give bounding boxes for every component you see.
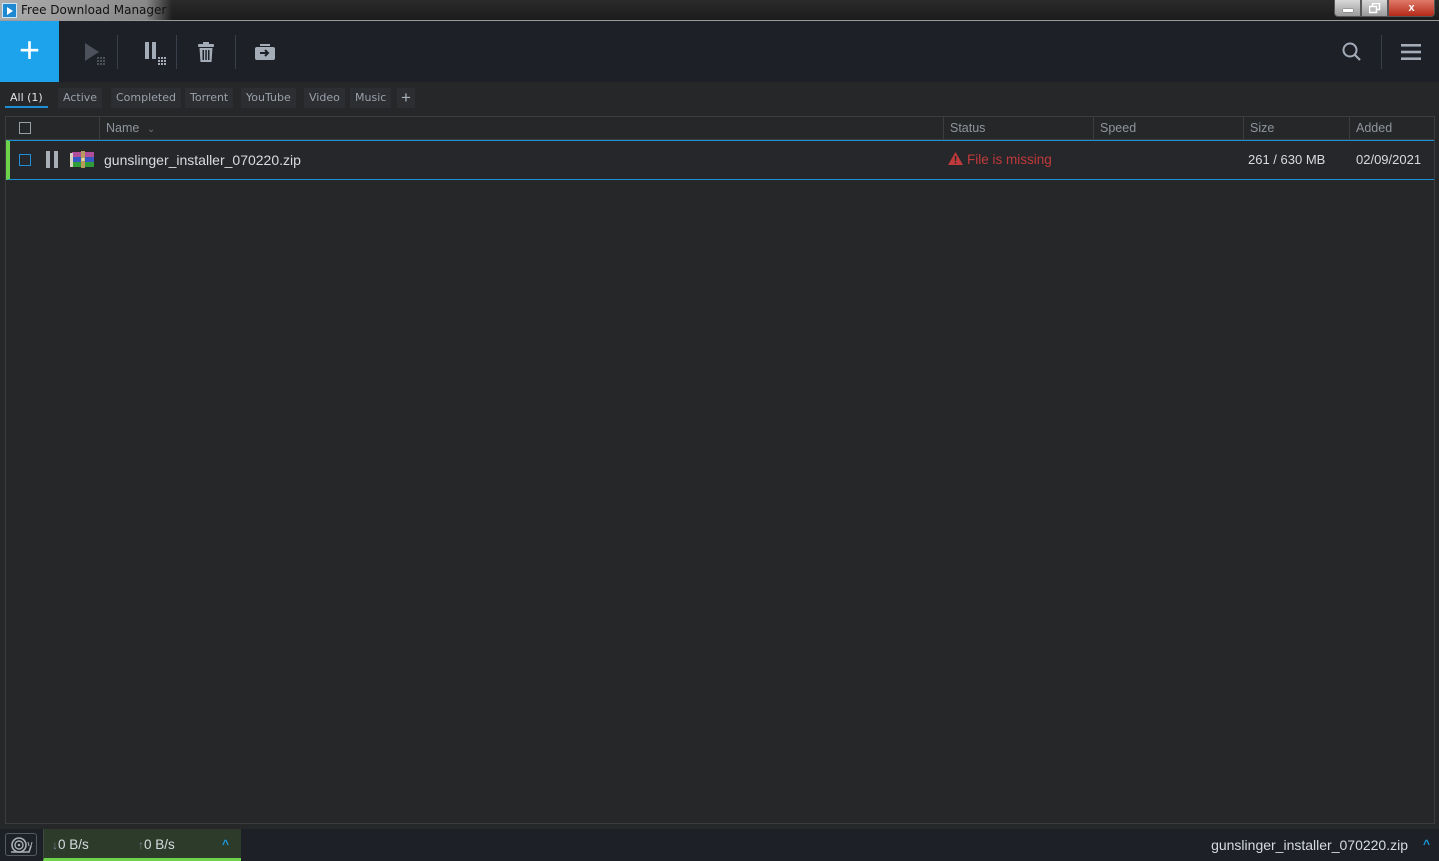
move-to-button[interactable] <box>250 21 280 82</box>
column-header-status[interactable]: Status <box>943 117 1093 140</box>
toolbar-separator <box>1381 35 1382 69</box>
search-button[interactable] <box>1337 21 1367 82</box>
pause-all-button[interactable] <box>132 21 172 82</box>
row-pause-button[interactable] <box>45 151 59 173</box>
add-download-button[interactable]: + <box>0 21 59 82</box>
warning-icon <box>948 152 963 165</box>
plus-icon: + <box>401 88 411 107</box>
tab-video[interactable]: Video <box>304 88 345 108</box>
sort-chevron-icon: ⌄ <box>146 124 156 135</box>
row-added: 02/09/2021 <box>1356 152 1422 167</box>
restore-icon <box>1368 2 1380 13</box>
search-icon <box>1342 42 1361 61</box>
column-header-added[interactable]: Added <box>1349 117 1434 140</box>
downloads-table: Name ⌄ Status Speed Size Added gunslinge… <box>5 116 1435 824</box>
pause-icon <box>46 151 58 168</box>
toolbar-separator <box>176 35 177 69</box>
current-file-label[interactable]: gunslinger_installer_070220.zip <box>1211 837 1408 853</box>
table-header: Name ⌄ Status Speed Size Added <box>6 117 1434 140</box>
play-icon <box>85 42 105 65</box>
upload-speed: ↑0 B/s <box>138 837 175 852</box>
trash-icon <box>198 41 214 62</box>
hamburger-menu-icon <box>1401 43 1421 60</box>
expand-speed-panel-icon[interactable]: ^ <box>222 837 229 851</box>
resume-all-button[interactable] <box>72 21 112 82</box>
row-checkbox[interactable] <box>19 154 31 166</box>
close-button[interactable]: x <box>1388 0 1435 17</box>
row-size: 261 / 630 MB <box>1248 152 1326 167</box>
column-header-size[interactable]: Size <box>1243 117 1349 140</box>
close-icon: x <box>1408 2 1415 14</box>
window-title: Free Download Manager <box>0 0 173 20</box>
add-tab-button[interactable]: + <box>397 88 415 108</box>
download-speed: ↓0 B/s <box>52 837 89 852</box>
winrar-archive-icon <box>70 150 96 175</box>
window-controls: x <box>1334 0 1435 18</box>
column-name-label: Name <box>106 121 140 135</box>
window-titlebar: Free Download Manager x <box>0 0 1439 21</box>
row-status-text: File is missing <box>967 152 1052 167</box>
expand-details-icon[interactable]: ^ <box>1423 837 1430 851</box>
plus-icon: + <box>18 29 41 70</box>
restore-button[interactable] <box>1361 0 1388 17</box>
toolbar-separator <box>235 35 236 69</box>
tab-completed[interactable]: Completed <box>111 88 181 108</box>
status-bar: ↓0 B/s ↑0 B/s ^ gunslinger_installer_070… <box>0 829 1439 861</box>
filter-tabs: All (1) Active Completed Torrent YouTube… <box>0 82 1439 116</box>
toolbar-separator <box>117 35 118 69</box>
column-header-speed[interactable]: Speed <box>1093 117 1243 140</box>
pause-icon <box>145 41 166 65</box>
snail-mode-button[interactable] <box>5 833 37 856</box>
download-speed-value: 0 B/s <box>58 837 89 852</box>
main-menu-button[interactable] <box>1396 21 1426 82</box>
upload-speed-value: 0 B/s <box>144 837 175 852</box>
move-folder-icon <box>255 43 275 60</box>
tab-active[interactable]: Active <box>58 88 103 108</box>
tab-torrent[interactable]: Torrent <box>185 88 234 108</box>
delete-button[interactable] <box>191 21 221 82</box>
tab-all[interactable]: All (1) <box>5 88 48 108</box>
main-toolbar: + <box>0 21 1439 82</box>
minimize-button[interactable] <box>1334 0 1361 17</box>
minimize-icon <box>1342 8 1353 12</box>
table-row[interactable]: gunslinger_installer_070220.zip File is … <box>6 140 1434 180</box>
tab-music[interactable]: Music <box>350 88 392 108</box>
tab-youtube[interactable]: YouTube <box>241 88 296 108</box>
row-filename: gunslinger_installer_070220.zip <box>104 152 301 168</box>
select-all-checkbox[interactable] <box>19 122 31 134</box>
speed-panel[interactable]: ↓0 B/s ↑0 B/s ^ <box>43 829 241 861</box>
snail-mode-icon <box>11 836 33 853</box>
app-logo-icon <box>2 3 17 18</box>
row-status: File is missing <box>948 141 1052 179</box>
column-header-name[interactable]: Name ⌄ <box>99 117 943 140</box>
